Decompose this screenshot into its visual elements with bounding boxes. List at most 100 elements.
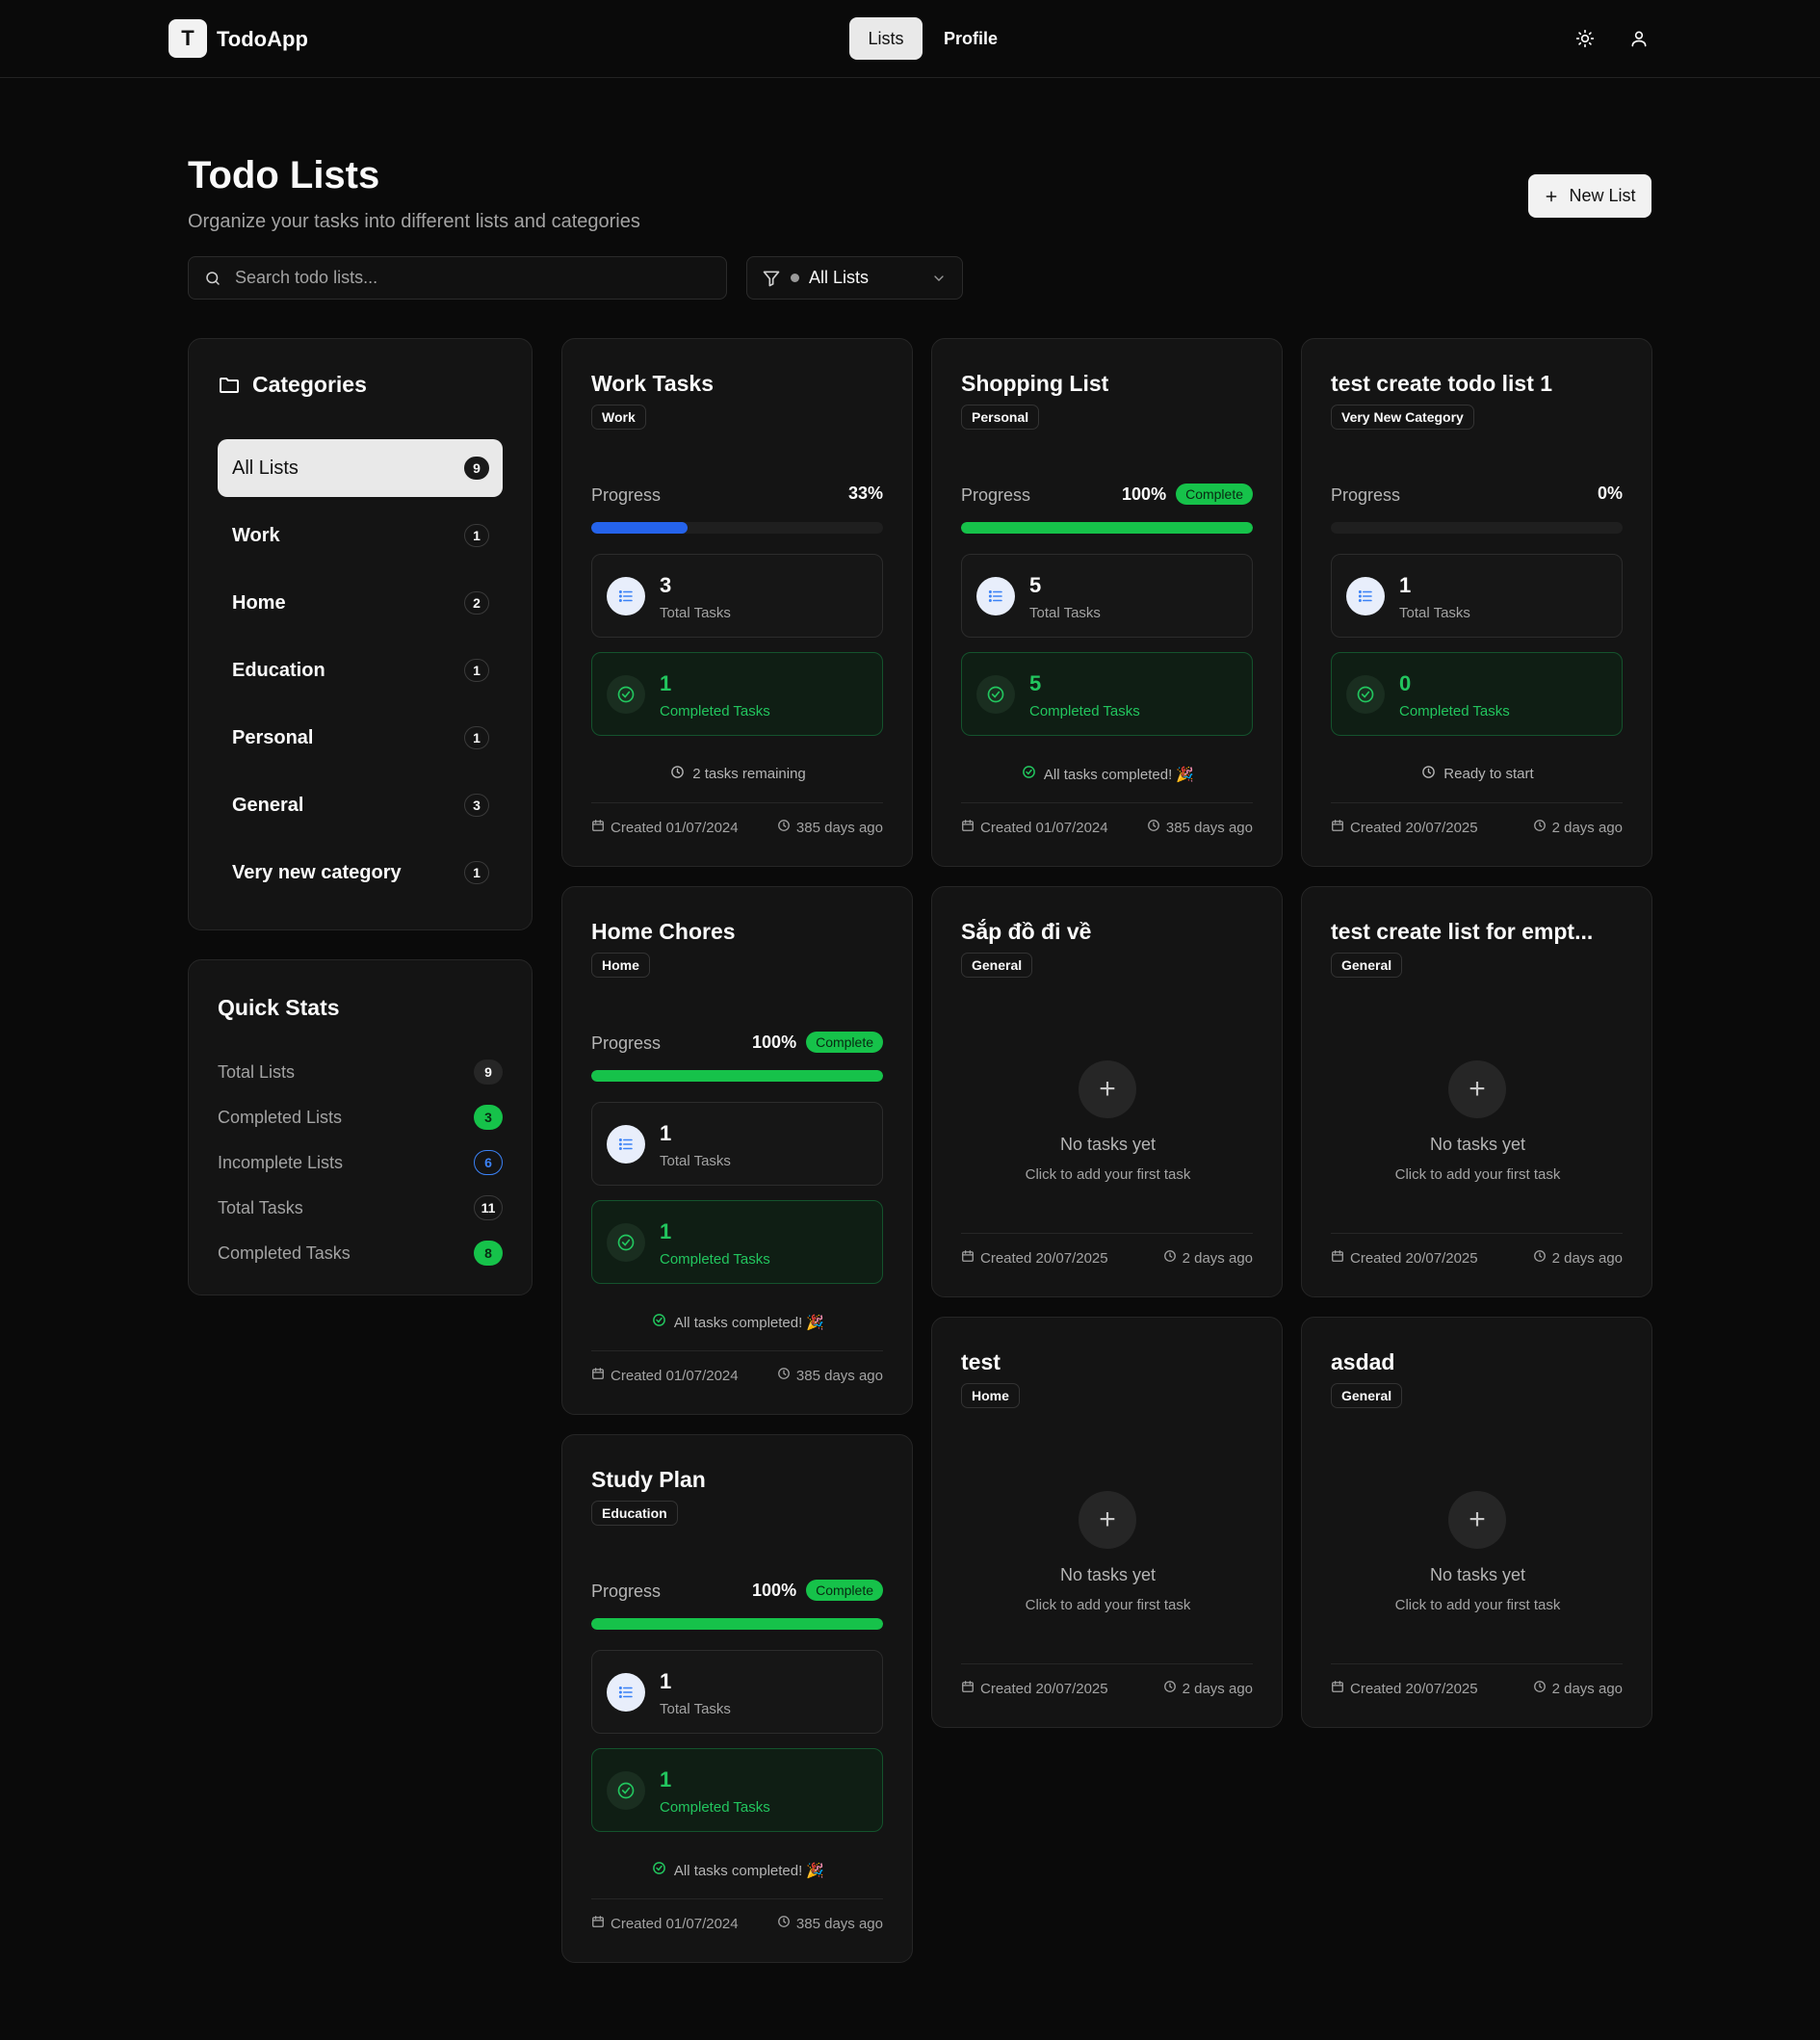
status-note-text: All tasks completed! 🎉 — [673, 1314, 825, 1331]
user-account-icon[interactable] — [1625, 25, 1652, 52]
clock-icon — [1533, 819, 1547, 836]
theme-toggle-sun-icon[interactable] — [1572, 25, 1599, 52]
card-divider — [591, 802, 883, 803]
card-divider — [1331, 1233, 1623, 1234]
stat-label: Incomplete Lists — [218, 1152, 344, 1172]
todo-list-card[interactable]: asdad General + No tasks yet Click to add yo… — [1301, 1317, 1652, 1728]
stat-label: Total Lists — [218, 1061, 296, 1082]
clock-icon — [777, 819, 791, 836]
completed-tasks-label: Completed Tasks — [660, 1251, 770, 1268]
add-task-plus-icon[interactable]: + — [1448, 1060, 1506, 1118]
app-name[interactable]: TodoApp — [217, 27, 308, 52]
category-item-all-lists[interactable]: All Lists 9 — [218, 439, 503, 497]
category-label: Very new category — [232, 861, 402, 883]
clock-icon — [1163, 1249, 1177, 1267]
status-note: All tasks completed! 🎉 — [562, 1313, 914, 1331]
add-task-plus-icon[interactable]: + — [1079, 1491, 1136, 1549]
empty-state-subtitle[interactable]: Click to add your first task — [932, 1597, 1284, 1613]
category-tag: Work — [591, 405, 646, 430]
empty-state-subtitle[interactable]: Click to add your first task — [932, 1166, 1284, 1183]
card-title[interactable]: Shopping List — [961, 371, 1108, 397]
total-tasks-count: 3 — [660, 573, 672, 597]
stat-label: Completed Tasks — [218, 1242, 351, 1263]
category-item-personal[interactable]: Personal 1 — [218, 709, 503, 767]
todo-list-card[interactable]: Study Plan Education Progress 100% Complete … — [561, 1434, 913, 1963]
empty-state-title: No tasks yet — [1429, 1135, 1526, 1154]
status-note: All tasks completed! 🎉 — [932, 765, 1284, 783]
created-date: Created 20/07/2025 — [1331, 819, 1478, 836]
card-divider — [961, 802, 1253, 803]
search-input[interactable] — [235, 268, 697, 288]
todo-list-card[interactable]: Home Chores Home Progress 100% Complete 1 To… — [561, 886, 913, 1415]
card-footer: Created 01/07/2024 385 days ago — [591, 818, 883, 837]
list-icon — [607, 1125, 645, 1164]
card-title[interactable]: Study Plan — [591, 1467, 706, 1493]
card-divider — [1331, 802, 1623, 803]
todo-list-card[interactable]: test create todo list 1 Very New Category… — [1301, 338, 1652, 867]
todo-list-card[interactable]: Shopping List Personal Progress 100% Complet… — [931, 338, 1283, 867]
card-title[interactable]: test create todo list 1 — [1331, 371, 1552, 397]
status-note-text: All tasks completed! 🎉 — [1043, 766, 1195, 783]
calendar-icon — [1331, 1249, 1344, 1267]
total-tasks-count: 1 — [1399, 573, 1412, 597]
completed-tasks-box: 5 Completed Tasks — [961, 652, 1253, 736]
todo-list-card[interactable]: Sắp đồ đi về General + No tasks yet Click to… — [931, 886, 1283, 1297]
status-note: 2 tasks remaining — [562, 765, 914, 783]
calendar-icon — [591, 1915, 605, 1932]
app-logo[interactable]: T — [169, 19, 207, 58]
complete-badge: Complete — [806, 1580, 883, 1601]
relative-age-text: 2 days ago — [1182, 1249, 1253, 1267]
created-date: Created 20/07/2025 — [961, 1680, 1108, 1697]
clock-icon — [1533, 1249, 1547, 1267]
completed-tasks-box: 1 Completed Tasks — [591, 652, 883, 736]
empty-state-subtitle[interactable]: Click to add your first task — [1302, 1597, 1653, 1613]
category-item-general[interactable]: General 3 — [218, 776, 503, 834]
clock-icon — [777, 1367, 791, 1384]
add-task-plus-icon[interactable]: + — [1448, 1491, 1506, 1549]
card-title[interactable]: Work Tasks — [591, 371, 714, 397]
card-title[interactable]: Sắp đồ đi về — [961, 919, 1091, 945]
card-title[interactable]: test — [961, 1349, 1001, 1375]
category-count: 1 — [464, 861, 489, 884]
progress-label: Progress — [591, 485, 662, 505]
relative-age-text: 2 days ago — [1182, 1680, 1253, 1697]
completed-tasks-count: 1 — [660, 1767, 672, 1792]
empty-state-subtitle[interactable]: Click to add your first task — [1302, 1166, 1653, 1183]
relative-age: 2 days ago — [1533, 1680, 1623, 1697]
card-title[interactable]: test create list for empt... — [1331, 919, 1593, 945]
nav-tab-profile[interactable]: Profile — [934, 17, 1007, 60]
relative-age: 2 days ago — [1163, 1249, 1253, 1267]
relative-age-text: 385 days ago — [795, 1367, 883, 1384]
search-icon — [206, 271, 220, 285]
created-date: Created 01/07/2024 — [591, 1915, 739, 1932]
check-circle-icon — [652, 1861, 666, 1879]
progress-bar — [961, 522, 1253, 534]
category-item-home[interactable]: Home 2 — [218, 574, 503, 632]
category-item-work[interactable]: Work 1 — [218, 507, 503, 564]
complete-badge: Complete — [1176, 484, 1253, 505]
progress-bar-fill — [591, 1070, 883, 1082]
category-filter-select[interactable]: All Lists — [746, 256, 963, 300]
completed-tasks-label: Completed Tasks — [660, 703, 770, 719]
completed-tasks-box: 1 Completed Tasks — [591, 1200, 883, 1284]
nav-tab-lists[interactable]: Lists — [849, 17, 923, 60]
todo-list-card[interactable]: Work Tasks Work Progress 33% 3 Total Tasks … — [561, 338, 913, 867]
category-tag: Very New Category — [1331, 405, 1474, 430]
relative-age: 385 days ago — [777, 1915, 883, 1932]
card-title[interactable]: asdad — [1331, 1349, 1394, 1375]
add-task-plus-icon[interactable]: + — [1079, 1060, 1136, 1118]
card-divider — [961, 1663, 1253, 1664]
card-title[interactable]: Home Chores — [591, 919, 736, 945]
todo-list-card[interactable]: test create list for empt... General + No t… — [1301, 886, 1652, 1297]
new-list-button[interactable]: New List — [1528, 174, 1651, 218]
status-note-text: All tasks completed! 🎉 — [673, 1862, 825, 1879]
progress-bar — [591, 522, 883, 534]
category-count: 9 — [464, 457, 489, 480]
todo-list-card[interactable]: test Home + No tasks yet Click to add your f… — [931, 1317, 1283, 1728]
list-icon — [976, 577, 1015, 615]
card-footer: Created 20/07/2025 2 days ago — [1331, 1248, 1623, 1268]
category-item-education[interactable]: Education 1 — [218, 641, 503, 699]
category-item-very-new-category[interactable]: Very new category 1 — [218, 844, 503, 902]
completed-tasks-label: Completed Tasks — [1029, 703, 1140, 719]
created-date: Created 20/07/2025 — [961, 1249, 1108, 1267]
